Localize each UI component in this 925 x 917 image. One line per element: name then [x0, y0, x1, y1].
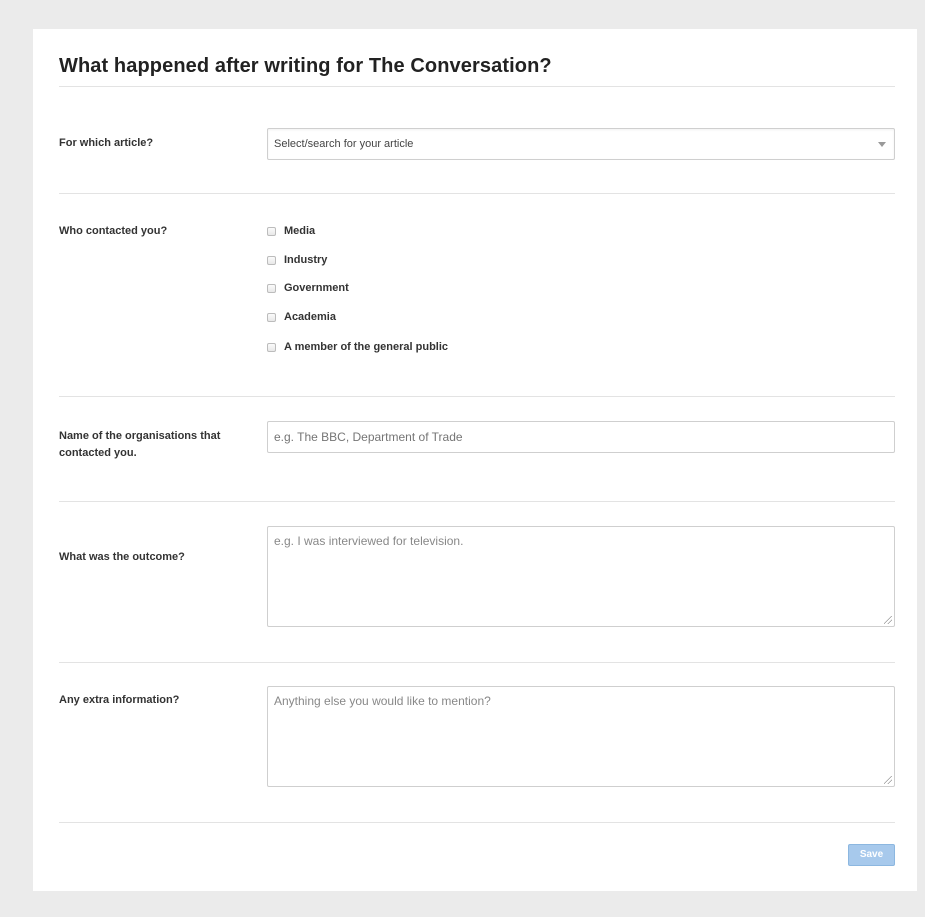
media-checkbox-label[interactable]: Media [284, 225, 315, 237]
general-public-checkbox-label[interactable]: A member of the general public [284, 341, 448, 353]
contact-option-media[interactable]: Media [267, 223, 315, 239]
industry-checkbox[interactable] [267, 255, 276, 265]
academia-checkbox-label[interactable]: Academia [284, 311, 336, 323]
government-checkbox-label[interactable]: Government [284, 282, 349, 294]
outcome-textarea[interactable]: e.g. I was interviewed for television. [267, 526, 895, 627]
academia-checkbox[interactable] [267, 312, 276, 322]
page-title: What happened after writing for The Conv… [59, 55, 552, 77]
contacts-label: Who contacted you? [59, 225, 168, 237]
outcome-label: What was the outcome? [59, 551, 185, 563]
divider [59, 86, 895, 87]
government-checkbox[interactable] [267, 283, 276, 293]
organisations-label: Name of the organisations that contacted… [59, 430, 221, 459]
contact-option-general-public[interactable]: A member of the general public [267, 339, 448, 355]
outcome-placeholder: e.g. I was interviewed for television. [274, 534, 464, 548]
contact-option-government[interactable]: Government [267, 280, 349, 296]
media-checkbox[interactable] [267, 226, 276, 236]
divider [59, 193, 895, 194]
divider [59, 822, 895, 823]
chevron-down-icon [878, 142, 886, 147]
divider [59, 501, 895, 502]
extra-info-label: Any extra information? [59, 694, 180, 706]
resize-grip-icon[interactable] [884, 776, 892, 784]
extra-info-textarea[interactable]: Anything else you would like to mention? [267, 686, 895, 787]
article-select-value: Select/search for your article [274, 138, 414, 150]
contact-option-industry[interactable]: Industry [267, 252, 327, 268]
industry-checkbox-label[interactable]: Industry [284, 254, 327, 266]
save-button[interactable]: Save [848, 844, 895, 866]
organisations-input[interactable] [267, 421, 895, 453]
divider [59, 662, 895, 663]
divider [59, 396, 895, 397]
article-label: For which article? [59, 137, 154, 149]
article-select[interactable]: Select/search for your article [267, 128, 895, 160]
general-public-checkbox[interactable] [267, 342, 276, 352]
resize-grip-icon[interactable] [884, 616, 892, 624]
extra-info-placeholder: Anything else you would like to mention? [274, 694, 491, 708]
contact-option-academia[interactable]: Academia [267, 309, 336, 325]
form-card: What happened after writing for The Conv… [33, 29, 917, 891]
